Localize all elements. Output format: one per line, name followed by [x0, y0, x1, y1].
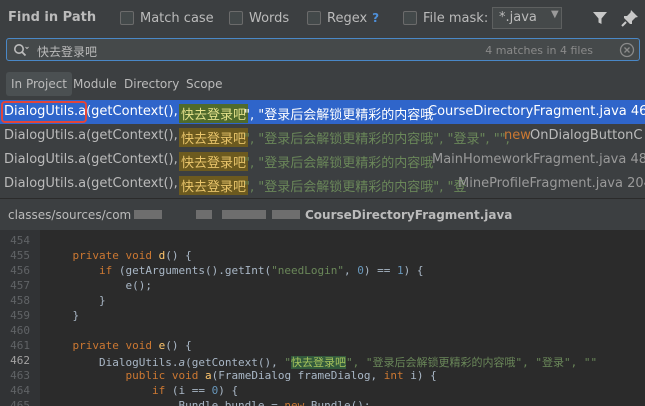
regex-label: Regex [327, 10, 368, 26]
dialog-title: Find in Path [8, 10, 97, 25]
redacted-path [196, 210, 212, 219]
search-icon[interactable] [13, 43, 29, 57]
tab-directory[interactable]: Directory [119, 72, 184, 96]
pin-icon[interactable] [620, 8, 640, 28]
result-rest: ", "登录后会解锁更精彩的内容哦", "登 [244, 180, 467, 195]
result-file: MainHomeworkFragment.java 489 [432, 152, 645, 167]
result-row[interactable]: DialogUtils.a(getContext(), " 快去登录吧 ", "… [0, 100, 645, 124]
result-row[interactable]: DialogUtils.a(getContext(), " 快去登录吧 ", "… [0, 172, 645, 196]
words-label: Words [249, 10, 290, 26]
result-rest: ", "登录后会解锁更精彩的内容哦 [244, 108, 434, 123]
code-line: Bundle bundle = new Bundle(); [46, 399, 371, 406]
code-line: if (getArguments().getInt("needLogin", 0… [98, 264, 424, 277]
line-number: 459 [10, 309, 30, 322]
result-file: CourseDirectoryFragment.java 462 [428, 104, 645, 119]
results-list: DialogUtils.a(getContext(), " 快去登录吧 ", "… [0, 100, 645, 196]
chevron-down-icon[interactable]: ▼ [551, 9, 559, 20]
line-number: 456 [10, 264, 30, 277]
line-number: 464 [10, 384, 30, 397]
code-line: if (i == 0) { [151, 384, 239, 397]
redacted-path [222, 210, 266, 219]
tab-scope[interactable]: Scope [181, 72, 228, 96]
line-number: 465 [10, 399, 30, 406]
clear-search-icon[interactable] [619, 42, 635, 58]
line-number: 460 [10, 324, 30, 337]
file-mask-option[interactable]: File mask: [403, 9, 488, 27]
result-highlight: 快去登录吧 [179, 152, 249, 171]
code-line: private void e() { [72, 339, 192, 352]
regex-option[interactable]: Regex ? [307, 9, 379, 27]
path-prefix: classes/sources/com [8, 208, 132, 222]
result-rest: ", "登录后会解锁更精彩的内容哦", "登录", "", [244, 132, 510, 147]
tab-module[interactable]: Module [68, 72, 122, 96]
line-number: 454 [10, 234, 30, 247]
result-file: MineProfileFragment.java 204 [458, 176, 645, 191]
scope-tabs: In Project Module Directory Scope [0, 72, 645, 96]
search-field[interactable]: 快去登录吧 4 matches in 4 files [6, 38, 640, 61]
result-row[interactable]: DialogUtils.a(getContext(), " 快去登录吧 ", "… [0, 124, 645, 148]
redacted-path [272, 210, 300, 219]
file-mask-checkbox[interactable] [403, 11, 417, 25]
highlight-box [1, 101, 87, 123]
code-highlight: 快去登录吧 [291, 356, 347, 369]
line-number: 455 [10, 249, 30, 262]
code-line: e(); [46, 279, 152, 292]
result-keyword: new [504, 128, 531, 143]
code-line: } [46, 309, 80, 322]
filter-icon[interactable] [590, 8, 610, 28]
code-line: } [46, 294, 106, 307]
line-number: 461 [10, 339, 30, 352]
search-input[interactable]: 快去登录吧 [37, 43, 97, 60]
words-option[interactable]: Words [229, 9, 289, 27]
preview-file-name: CourseDirectoryFragment.java [305, 208, 513, 222]
code-line: private void d() { [72, 249, 192, 262]
code-line-current: DialogUtils.a(getContext(), "快去登录吧", "登录… [46, 356, 598, 369]
match-case-label: Match case [140, 10, 214, 26]
regex-checkbox[interactable] [307, 11, 321, 25]
code-line: public void a(FrameDialog frameDialog, i… [125, 369, 437, 382]
result-call: DialogUtils.a(getContext(), " [4, 152, 188, 167]
line-number: 458 [10, 294, 30, 307]
toolbar: Find in Path Match case Words Regex ? Fi… [0, 0, 645, 34]
result-row[interactable]: DialogUtils.a(getContext(), " 快去登录吧 ", "… [0, 148, 645, 172]
result-highlight: 快去登录吧 [179, 104, 249, 123]
file-mask-label: File mask: [423, 10, 489, 26]
regex-help-icon[interactable]: ? [372, 11, 379, 25]
result-call: DialogUtils.a(getContext(), " [4, 128, 188, 143]
code-preview[interactable]: 454 455 456 457 458 459 460 461 462 463 … [0, 230, 645, 406]
result-highlight: 快去登录吧 [179, 176, 249, 195]
result-rest: ", "登录后会解锁更精彩的内容哦 [244, 156, 434, 171]
tab-in-project[interactable]: In Project [6, 72, 73, 96]
line-number: 457 [10, 279, 30, 292]
match-count: 4 matches in 4 files [485, 44, 593, 57]
result-tail: OnDialogButtonC [530, 128, 643, 143]
match-case-checkbox[interactable] [120, 11, 134, 25]
result-call: DialogUtils.a(getContext(), " [4, 176, 188, 191]
result-highlight: 快去登录吧 [179, 128, 249, 147]
redacted-path [134, 210, 162, 219]
match-case-option[interactable]: Match case [120, 9, 214, 27]
line-gutter: 454 455 456 457 458 459 460 461 462 463 … [0, 230, 40, 406]
line-number-current: 462 [10, 354, 30, 367]
words-checkbox[interactable] [229, 11, 243, 25]
preview-header: classes/sources/com CourseDirectoryFragm… [0, 198, 645, 230]
line-number: 463 [10, 369, 30, 382]
